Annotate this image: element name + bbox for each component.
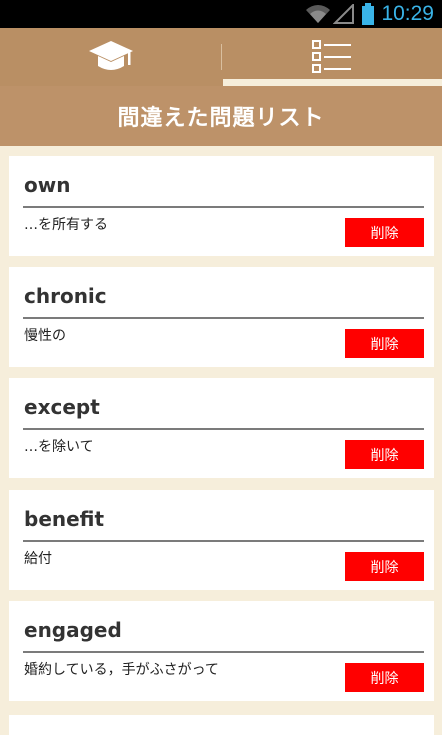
list-item: engaged 婚約している，手がふさがって 削除: [9, 601, 434, 701]
list-item-partial: [9, 715, 434, 735]
tab-learn[interactable]: [0, 28, 221, 86]
item-meaning: 慢性の: [24, 328, 66, 344]
list-item: except …を除いて 削除: [9, 378, 434, 478]
item-word: engaged: [24, 618, 122, 642]
item-divider: [23, 317, 424, 319]
wifi-icon: [306, 5, 331, 23]
item-meaning: …を除いて: [24, 439, 94, 455]
item-word: except: [24, 395, 100, 419]
status-bar: 10:29: [0, 0, 442, 28]
tab-list[interactable]: [221, 28, 442, 86]
delete-button[interactable]: 削除: [345, 329, 424, 358]
item-divider: [23, 206, 424, 208]
graduation-cap-icon: [88, 41, 133, 70]
delete-button[interactable]: 削除: [345, 440, 424, 469]
tab-bar: [0, 28, 442, 86]
checklist-icon: [311, 40, 351, 73]
clock: 10:29: [381, 2, 434, 25]
delete-button[interactable]: 削除: [345, 663, 424, 692]
battery-icon: [362, 3, 375, 25]
delete-button[interactable]: 削除: [345, 552, 424, 581]
list-item: benefit 給付 削除: [9, 490, 434, 590]
item-divider: [23, 428, 424, 430]
list-item: chronic 慢性の 削除: [9, 267, 434, 367]
list-item: own …を所有する 削除: [9, 156, 434, 256]
tab-selected-indicator: [223, 79, 442, 86]
item-word: benefit: [24, 507, 105, 531]
signal-icon: [333, 4, 355, 24]
item-meaning: 婚約している，手がふさがって: [24, 662, 219, 678]
status-icons: 10:29: [305, 0, 442, 28]
item-divider: [23, 651, 424, 653]
item-divider: [23, 540, 424, 542]
title-bar: 間違えた問題リスト: [0, 86, 442, 146]
item-word: own: [24, 173, 71, 197]
delete-button[interactable]: 削除: [345, 218, 424, 247]
item-meaning: …を所有する: [24, 217, 108, 233]
item-meaning: 給付: [24, 551, 52, 567]
page-title: 間違えた問題リスト: [117, 106, 325, 131]
item-word: chronic: [24, 284, 107, 308]
